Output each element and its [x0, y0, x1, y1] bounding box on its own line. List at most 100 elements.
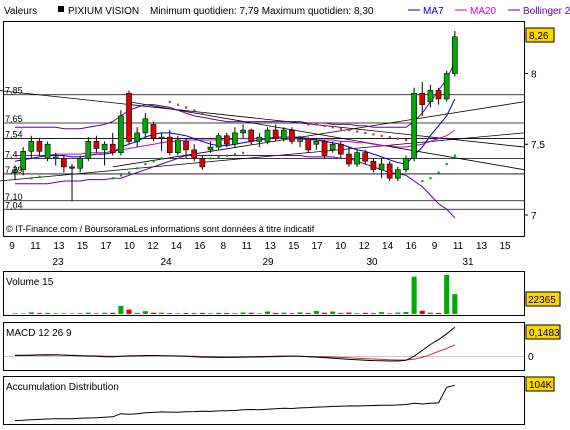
- time-tick-label: 13: [265, 241, 277, 252]
- volume-bars: [12, 274, 458, 314]
- volume-bar: [142, 311, 148, 314]
- volume-bar: [411, 276, 417, 314]
- psar-dot: [339, 127, 343, 130]
- level-label: 7,54: [5, 130, 23, 140]
- psar-dot: [429, 177, 432, 180]
- candle-body: [248, 129, 255, 142]
- time-tick-label: 10: [124, 241, 136, 252]
- time-tick-label: 11: [30, 241, 41, 252]
- volume-bar: [354, 313, 360, 314]
- volume-bar: [167, 313, 173, 314]
- psar-dot: [217, 155, 220, 159]
- volume-bar: [77, 313, 83, 314]
- volume-bar: [12, 313, 18, 314]
- psar-dot: [185, 106, 188, 109]
- time-tick-label: 17: [312, 241, 324, 252]
- candle-body: [191, 149, 198, 159]
- volume-bar: [297, 312, 303, 314]
- candle-body: [134, 132, 141, 142]
- volume-bar: [28, 312, 34, 314]
- time-tick-label: 11: [242, 241, 253, 252]
- volume-bar: [191, 313, 197, 314]
- candle-body: [28, 141, 35, 152]
- time-tick-label: 11: [453, 241, 464, 252]
- ma7-legend-label: MA7: [423, 6, 444, 17]
- time-tick-label: 12: [359, 241, 371, 252]
- candle-body: [378, 163, 385, 170]
- volume-bar: [102, 312, 108, 314]
- volume-bar: [224, 313, 230, 314]
- time-tick-label: 13: [53, 241, 65, 252]
- psar-dot: [323, 124, 326, 128]
- candle-body: [297, 138, 303, 142]
- stock-name: PIXIUM VISION: [68, 6, 139, 17]
- values-label: Valeurs: [4, 6, 37, 17]
- price-axis-ticks: 87,57: [524, 70, 545, 222]
- psar-dot: [242, 151, 245, 154]
- candle-body: [215, 135, 222, 148]
- macd-title: MACD 12 26 9: [6, 328, 72, 339]
- candle-body: [175, 139, 181, 154]
- psar-dot: [30, 177, 33, 180]
- candle-body: [223, 135, 230, 145]
- day-label: 29: [262, 257, 274, 268]
- volume-bar: [248, 312, 254, 314]
- left-level-labels: 7,857,657,547,47,297,107,04: [5, 86, 23, 211]
- psar-dot: [331, 126, 334, 129]
- psar-dot: [453, 154, 457, 157]
- candle-body: [109, 143, 116, 153]
- candle-body: [403, 158, 409, 170]
- macd-current-value: 0,1483: [529, 328, 560, 339]
- psar-dot: [176, 103, 180, 106]
- psar-dot: [421, 179, 424, 183]
- psar-dot: [160, 157, 163, 160]
- trendline: [128, 101, 525, 171]
- volume-bar: [281, 312, 287, 314]
- day-label: 24: [160, 257, 172, 268]
- volume-current-value: 22365: [528, 295, 556, 306]
- time-tick-label: 8: [221, 241, 227, 252]
- psar-dot: [307, 123, 310, 126]
- volume-bar: [159, 312, 165, 314]
- volume-bar: [444, 274, 450, 314]
- psar-dot: [388, 136, 391, 139]
- psar-dot: [152, 160, 155, 163]
- candle-body: [329, 143, 336, 151]
- price-tick-label: 7,5: [531, 140, 545, 151]
- ma20-legend-label: MA20: [470, 6, 497, 17]
- psar-dot: [364, 131, 367, 135]
- psar-dot: [38, 175, 41, 178]
- volume-bar: [305, 313, 311, 314]
- candle-body: [142, 118, 149, 134]
- candle-body: [452, 36, 458, 74]
- candle-body: [419, 93, 426, 105]
- candle-body: [394, 169, 401, 179]
- candle-body: [126, 93, 132, 142]
- time-tick-label: 15: [288, 241, 300, 252]
- time-tick-label: 17: [100, 241, 112, 252]
- volume-bar: [289, 313, 295, 314]
- candle-body: [435, 90, 442, 100]
- psar-dot: [128, 171, 131, 174]
- volume-bar: [338, 313, 344, 314]
- volume-bar: [20, 313, 26, 314]
- volume-bar: [419, 310, 425, 314]
- candle-body: [118, 115, 124, 154]
- candle-body: [272, 129, 279, 139]
- volume-bar: [36, 313, 42, 314]
- price-panel-frame: [3, 21, 525, 237]
- price-tick-label: 8: [531, 70, 537, 81]
- candle-body: [77, 158, 83, 169]
- candle-body: [264, 129, 271, 142]
- psar-dot: [396, 137, 400, 140]
- volume-bar: [427, 312, 433, 314]
- candle-body: [207, 146, 214, 151]
- time-tick-label: 16: [194, 241, 206, 252]
- psar-dot: [404, 138, 408, 142]
- level-label: 7,65: [5, 114, 23, 124]
- time-tick-label: 10: [335, 241, 347, 252]
- current-price-value: 8,26: [529, 31, 549, 42]
- volume-bar: [403, 312, 409, 314]
- candle-body: [443, 73, 450, 100]
- candle-body: [93, 141, 100, 149]
